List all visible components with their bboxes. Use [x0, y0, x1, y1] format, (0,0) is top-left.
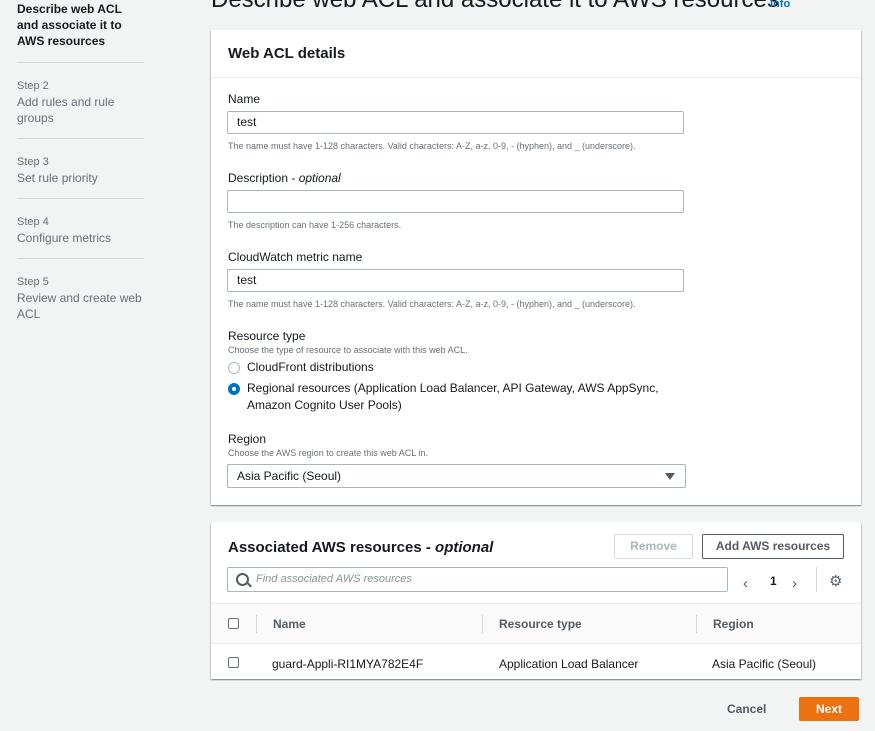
chevron-left-icon[interactable]: ‹: [743, 575, 748, 592]
resource-type-label: Resource type: [228, 329, 306, 343]
info-link[interactable]: Info: [770, 0, 790, 10]
step-2-number: Step 2: [17, 80, 49, 92]
search-input[interactable]: Find associated AWS resources: [227, 567, 728, 592]
step-divider: [17, 138, 144, 139]
step-3[interactable]: Step 3 Set rule priority: [17, 154, 144, 186]
gear-icon[interactable]: ⚙: [829, 572, 842, 590]
step-divider: [17, 258, 144, 259]
associated-resources-title: Associated AWS resources - optional: [228, 539, 493, 556]
step-3-number: Step 3: [17, 156, 49, 168]
name-hint: The name must have 1-128 characters. Val…: [228, 141, 636, 151]
radio-cloudfront[interactable]: [228, 362, 240, 374]
add-aws-resources-button[interactable]: Add AWS resources: [702, 534, 844, 559]
radio-regional[interactable]: [228, 383, 240, 395]
next-button[interactable]: Next: [799, 697, 859, 721]
cancel-button[interactable]: Cancel: [727, 702, 766, 716]
panel-header: Web ACL details: [211, 30, 861, 78]
region-label: Region: [228, 432, 267, 446]
region-value: Asia Pacific (Seoul): [237, 469, 342, 483]
name-label: Name: [228, 92, 261, 106]
metric-name-hint: The name must have 1-128 characters. Val…: [228, 299, 636, 309]
step-4[interactable]: Step 4 Configure metrics: [17, 214, 144, 246]
caret-down-icon: [665, 473, 675, 480]
optional-tag: optional: [298, 171, 341, 185]
column-resource-type[interactable]: Resource type: [499, 617, 582, 631]
description-label: Description - optional: [228, 171, 341, 185]
chevron-right-icon[interactable]: ›: [792, 575, 797, 592]
resource-type-hint: Choose the type of resource to associate…: [228, 345, 468, 355]
name-field[interactable]: test: [227, 111, 684, 134]
row-name: guard-Appli-RI1MYA782E4F: [272, 657, 424, 671]
region-select[interactable]: Asia Pacific (Seoul): [227, 464, 686, 488]
remove-button[interactable]: Remove: [614, 534, 693, 559]
column-divider: [482, 615, 483, 633]
description-label-text: Description -: [228, 171, 299, 185]
associated-resources-title-text: Associated AWS resources -: [228, 539, 436, 556]
search-placeholder: Find associated AWS resources: [256, 573, 412, 585]
row-region: Asia Pacific (Seoul): [712, 657, 817, 671]
step-4-number: Step 4: [17, 216, 49, 228]
step-divider: [17, 62, 144, 63]
step-4-title: Configure metrics: [17, 231, 112, 245]
row-resource-type: Application Load Balancer: [499, 657, 639, 671]
page-title: Describe web ACL and associate it to AWS…: [211, 0, 779, 14]
radio-cloudfront-label[interactable]: CloudFront distributions: [247, 359, 667, 376]
description-hint: The description can have 1-256 character…: [228, 220, 402, 230]
radio-regional-label[interactable]: Regional resources (Application Load Bal…: [247, 380, 667, 414]
column-divider: [696, 615, 697, 633]
optional-tag: optional: [435, 539, 494, 556]
column-name[interactable]: Name: [273, 617, 306, 631]
column-region[interactable]: Region: [713, 617, 754, 631]
description-field[interactable]: [227, 190, 684, 213]
step-1: Describe web ACL and associate it to AWS…: [17, 1, 144, 49]
step-1-title: Describe web ACL and associate it to AWS…: [17, 2, 122, 48]
row-checkbox[interactable]: [228, 657, 239, 668]
metric-name-label: CloudWatch metric name: [228, 250, 363, 264]
column-divider: [256, 615, 257, 633]
wizard-steps: Describe web ACL and associate it to AWS…: [0, 0, 160, 731]
step-2[interactable]: Step 2 Add rules and rule groups: [17, 78, 144, 126]
table-header: Name Resource type Region: [211, 603, 861, 644]
step-divider: [17, 198, 144, 199]
metric-name-field[interactable]: test: [227, 269, 684, 292]
step-5-number: Step 5: [17, 276, 49, 288]
region-hint: Choose the AWS region to create this web…: [228, 448, 428, 458]
step-5-title: Review and create web ACL: [17, 291, 142, 321]
step-3-title: Set rule priority: [17, 171, 98, 185]
step-5[interactable]: Step 5 Review and create web ACL: [17, 274, 144, 322]
search-icon: [236, 573, 249, 586]
select-all-checkbox[interactable]: [228, 618, 239, 629]
page-number[interactable]: 1: [770, 574, 777, 588]
web-acl-details-panel: Web ACL details Name test The name must …: [211, 30, 861, 505]
step-2-title: Add rules and rule groups: [17, 95, 115, 125]
pagination-divider: [816, 567, 817, 592]
panel-title: Web ACL details: [228, 45, 346, 62]
associated-resources-panel: Associated AWS resources - optional Remo…: [211, 522, 861, 679]
